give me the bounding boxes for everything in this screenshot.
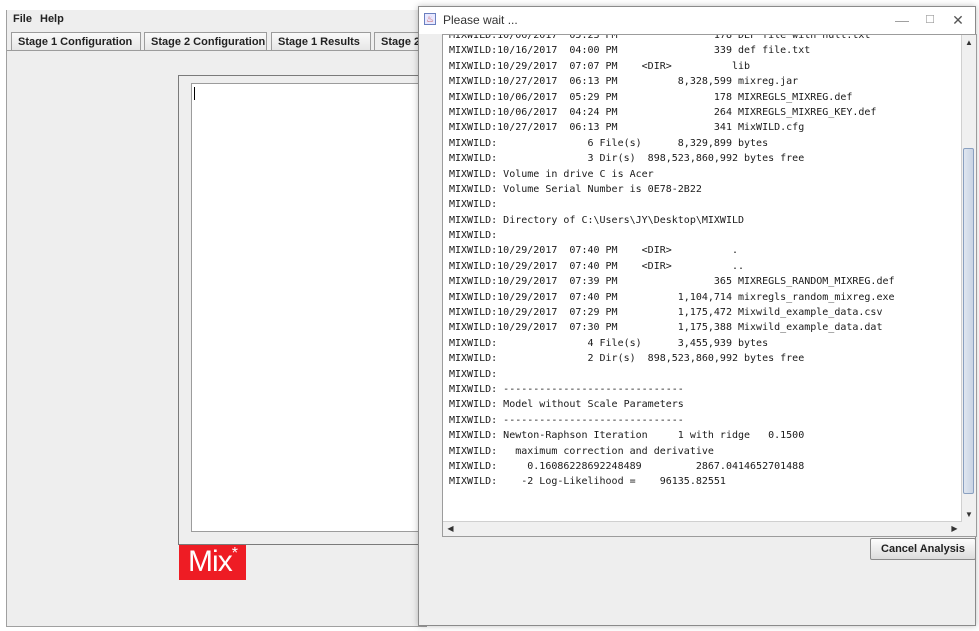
console-line: MIXWILD: 0.16086228692248489 2867.041465… <box>449 460 805 472</box>
console-line: MIXWILD:10/29/2017 07:29 PM 1,175,472 Mi… <box>449 307 883 319</box>
arrow-down-icon[interactable]: ▼ <box>962 508 976 521</box>
tab-strip: Stage 1 Configuration Stage 2 Configurat… <box>11 32 434 51</box>
console-line: MIXWILD:10/06/2017 05:23 PM 178 DEF file… <box>449 35 871 41</box>
console-scroll-pane: MIXWILD:10/06/2017 05:23 PM 178 DEF file… <box>442 34 977 537</box>
please-wait-dialog: ♨ Please wait ... — ☐ ✕ MIXWILD:10/06/20… <box>418 6 977 626</box>
vertical-scroll-thumb[interactable] <box>963 148 974 494</box>
results-panel <box>178 75 429 545</box>
console-output[interactable]: MIXWILD:10/06/2017 05:23 PM 178 DEF file… <box>449 35 962 522</box>
console-line: MIXWILD: <box>449 230 498 242</box>
console-line: MIXWILD:10/29/2017 07:40 PM <DIR> .. <box>449 260 745 272</box>
tab-stage1-configuration[interactable]: Stage 1 Configuration <box>11 32 141 50</box>
console-line: MIXWILD: Volume Serial Number is 0E78-2B… <box>449 183 702 195</box>
console-line: MIXWILD:10/27/2017 06:13 PM 341 MixWILD.… <box>449 122 805 134</box>
console-line: MIXWILD:10/16/2017 04:00 PM 339 def file… <box>449 45 811 57</box>
menu-bar: File Help <box>7 10 427 30</box>
arrow-up-icon[interactable]: ▲ <box>962 36 976 49</box>
console-line: MIXWILD: <box>449 199 498 211</box>
console-line: MIXWILD:10/29/2017 07:40 PM 1,104,714 mi… <box>449 291 895 303</box>
close-button[interactable]: ✕ <box>943 9 973 31</box>
console-line: MIXWILD:10/29/2017 07:39 PM 365 MIXREGLS… <box>449 276 895 288</box>
console-line: MIXWILD:10/06/2017 05:29 PM 178 MIXREGLS… <box>449 91 853 103</box>
console-line: MIXWILD: Volume in drive C is Acer <box>449 168 654 180</box>
console-line: MIXWILD:10/27/2017 06:13 PM 8,328,599 mi… <box>449 76 799 88</box>
console-line: MIXWILD: 2 Dir(s) 898,523,860,992 bytes … <box>449 353 805 365</box>
text-caret <box>194 87 195 100</box>
arrow-right-icon[interactable]: ▶ <box>948 522 961 536</box>
maximize-button[interactable]: ☐ <box>915 9 945 31</box>
console-line: MIXWILD: 6 File(s) 8,329,899 bytes <box>449 137 769 149</box>
console-line: MIXWILD: Directory of C:\Users\JY\Deskto… <box>449 214 745 226</box>
tab-stage2-configuration[interactable]: Stage 2 Configuration <box>144 32 267 50</box>
menu-help[interactable]: Help <box>40 13 64 25</box>
console-line: MIXWILD:10/29/2017 07:07 PM <DIR> lib <box>449 60 751 72</box>
console-line: MIXWILD: -2 Log-Likelihood = 96135.82551 <box>449 476 726 488</box>
minimize-button[interactable]: — <box>887 9 917 31</box>
tab-stage1-results[interactable]: Stage 1 Results <box>271 32 371 50</box>
console-line: MIXWILD: Newton-Raphson Iteration 1 with… <box>449 430 805 442</box>
mix-logo-mark: * <box>231 545 238 562</box>
console-line: MIXWILD: ------------------------------ <box>449 414 684 426</box>
console-line: MIXWILD: maximum correction and derivati… <box>449 445 714 457</box>
arrow-left-icon[interactable]: ◀ <box>444 522 457 536</box>
horizontal-scrollbar[interactable]: ◀ ▶ <box>443 521 962 536</box>
cancel-analysis-button[interactable]: Cancel Analysis <box>870 538 976 560</box>
console-line: MIXWILD: 3 Dir(s) 898,523,860,992 bytes … <box>449 153 805 165</box>
tab-divider <box>7 50 427 51</box>
dialog-title: Please wait ... <box>443 13 518 27</box>
console-line: MIXWILD:10/06/2017 04:24 PM 264 MIXREGLS… <box>449 106 877 118</box>
results-textarea[interactable] <box>191 83 429 532</box>
mix-logo-text: Mix <box>188 545 233 578</box>
console-line: MIXWILD:10/29/2017 07:40 PM <DIR> . <box>449 245 738 257</box>
console-line: MIXWILD: 4 File(s) 3,455,939 bytes <box>449 337 769 349</box>
menu-file[interactable]: File <box>13 13 32 25</box>
console-line: MIXWILD: ------------------------------ <box>449 383 684 395</box>
console-line: MIXWILD:10/29/2017 07:30 PM 1,175,388 Mi… <box>449 322 883 334</box>
dialog-titlebar[interactable]: ♨ Please wait ... — ☐ ✕ <box>419 7 975 34</box>
scrollbar-corner <box>962 522 976 536</box>
vertical-scrollbar[interactable]: ▲ ▼ <box>961 35 976 522</box>
java-cup-icon: ♨ <box>424 13 436 25</box>
mix-logo: Mix* <box>179 545 246 580</box>
console-line: MIXWILD: <box>449 368 498 380</box>
console-line: MIXWILD: Model without Scale Parameters <box>449 399 684 411</box>
